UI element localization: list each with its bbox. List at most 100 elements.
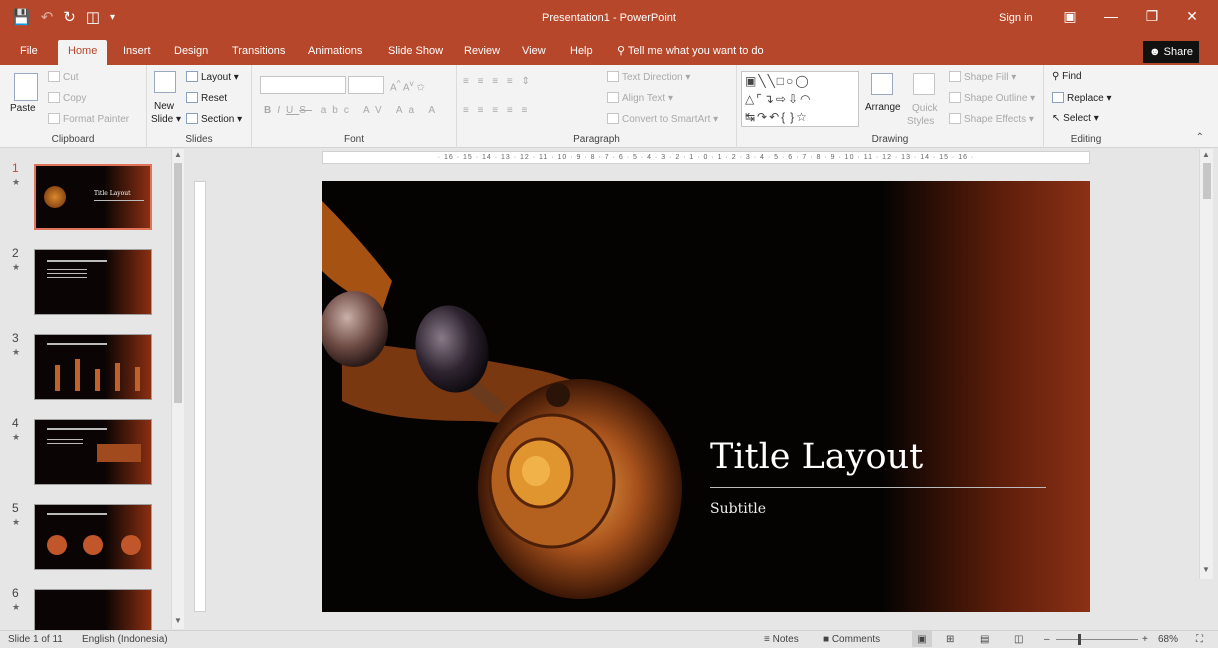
editor-scrollbar[interactable]: ▲ ▼ <box>1199 149 1213 579</box>
font-format-buttons[interactable]: BIUS abc AV Aa A <box>264 105 441 116</box>
normal-view-icon[interactable]: ▣ <box>912 631 932 647</box>
reset-button[interactable]: Reset <box>186 92 227 104</box>
slide-thumbnail[interactable]: Title Layout <box>34 164 152 230</box>
brush-icon <box>48 113 60 124</box>
fit-to-window-icon[interactable]: ⛶ <box>1196 631 1203 648</box>
slide-thumbnail[interactable] <box>34 334 152 400</box>
zoom-slider-thumb[interactable] <box>1078 634 1081 645</box>
thumb-bar <box>95 369 100 391</box>
share-label: Share <box>1163 46 1193 58</box>
font-group-label: Font <box>343 134 364 145</box>
thumbnails-scrollbar[interactable]: ▲ ▼ <box>171 149 184 629</box>
cut-label: Cut <box>63 72 79 83</box>
zoom-slider[interactable] <box>1056 639 1138 640</box>
close-icon[interactable]: ✕ <box>1177 8 1207 25</box>
notes-button[interactable]: ≡ Notes <box>764 631 799 648</box>
format-painter-button[interactable]: Format Painter <box>48 113 129 125</box>
transition-star-icon: ★ <box>12 347 21 357</box>
tab-transitions[interactable]: Transitions <box>222 38 295 65</box>
shape-effects-button[interactable]: Shape Effects ▾ <box>949 113 1034 125</box>
tab-slide-show[interactable]: Slide Show <box>378 38 453 65</box>
copy-button[interactable]: Copy <box>48 92 86 104</box>
scroll-up-icon[interactable]: ▲ <box>1202 150 1210 159</box>
thumb-bar <box>75 359 80 391</box>
slide-thumbnails-pane[interactable]: 1 ★ Title Layout 2 ★ 3 ★ 4 ★ 5 ★ 6 ★ <box>0 149 186 630</box>
quick-styles-button[interactable]: Quick <box>912 103 938 114</box>
slide-thumbnail[interactable] <box>34 249 152 315</box>
tab-animations[interactable]: Animations <box>298 38 372 65</box>
thumb-gradient <box>104 335 151 399</box>
layout-button[interactable]: Layout ▾ <box>186 71 239 83</box>
slideshow-icon[interactable]: ◫ <box>1014 631 1023 648</box>
section-button[interactable]: Section ▾ <box>186 113 242 125</box>
tab-review[interactable]: Review <box>454 38 510 65</box>
slide-canvas[interactable]: Title Layout Subtitle <box>322 181 1090 612</box>
slide-sorter-icon[interactable]: ⊞ <box>946 631 954 648</box>
thumbnails-scroll-thumb[interactable] <box>174 163 182 403</box>
align-text-button[interactable]: Align Text ▾ <box>607 92 673 104</box>
slide-count: Slide 1 of 11 <box>8 634 63 645</box>
convert-smartart-label: Convert to SmartArt <box>622 114 711 125</box>
minimize-icon[interactable]: — <box>1096 8 1126 24</box>
editor-scroll-thumb[interactable] <box>1203 163 1211 199</box>
tab-file[interactable]: File <box>10 38 48 65</box>
text-direction-button[interactable]: Text Direction ▾ <box>607 71 690 83</box>
select-button[interactable]: ↖ Select ▾ <box>1052 113 1099 124</box>
tab-design[interactable]: Design <box>164 38 218 65</box>
new-slide-button[interactable]: New <box>154 101 174 112</box>
list-buttons[interactable]: ≡ ≡ ≡ ≡ ⇕ <box>463 76 533 87</box>
slide-thumbnail[interactable] <box>34 504 152 570</box>
scroll-up-icon[interactable]: ▲ <box>174 150 182 159</box>
strike-label[interactable]: S <box>299 105 312 116</box>
new-slide-label: New <box>154 101 175 112</box>
font-name-combo[interactable] <box>260 76 346 94</box>
tab-home[interactable]: Home <box>58 40 108 65</box>
scroll-down-icon[interactable]: ▼ <box>1202 565 1210 574</box>
new-slide-dropdown[interactable]: Slide ▾ <box>151 114 181 125</box>
horizontal-ruler: · 16 · 15 · 14 · 13 · 12 · 11 · 10 · 9 ·… <box>322 151 1090 164</box>
paragraph-group-label: Paragraph <box>573 134 620 145</box>
comments-button[interactable]: ■ Comments <box>823 631 880 648</box>
cut-button[interactable]: Cut <box>48 71 79 83</box>
slide-thumbnail[interactable] <box>34 419 152 485</box>
drawing-group-label: Drawing <box>871 134 909 145</box>
transition-star-icon: ★ <box>12 602 21 612</box>
tell-me-search[interactable]: ⚲ Tell me what you want to do <box>617 38 764 65</box>
convert-smartart-button[interactable]: Convert to SmartArt ▾ <box>607 113 718 125</box>
reading-view-icon[interactable]: ▤ <box>980 631 989 648</box>
tab-help[interactable]: Help <box>560 38 603 65</box>
share-button[interactable]: ☻ Share <box>1143 41 1199 63</box>
shape-fill-button[interactable]: Shape Fill ▾ <box>949 71 1016 83</box>
arrange-button[interactable]: Arrange <box>865 102 901 113</box>
shapes-gallery[interactable]: ▣╲╲□○◯ △⌜↴⇨⇩◠ ↹↷↶{ }☆ <box>741 71 859 127</box>
restore-icon[interactable]: ❐ <box>1137 8 1167 25</box>
italic-label[interactable]: I <box>277 105 286 116</box>
language-indicator[interactable]: English (Indonesia) <box>82 631 168 648</box>
group-slides: New Slide ▾ Layout ▾ Reset Section ▾ Sli… <box>147 65 252 148</box>
shape-outline-button[interactable]: Shape Outline ▾ <box>949 92 1035 104</box>
collapse-ribbon-icon[interactable]: ⌃ <box>1196 132 1204 143</box>
replace-icon <box>1052 92 1064 103</box>
slide-title[interactable]: Title Layout <box>710 437 923 477</box>
zoom-in-icon[interactable]: + <box>1142 631 1148 648</box>
font-size-combo[interactable] <box>348 76 384 94</box>
align-text-icon <box>607 92 619 103</box>
zoom-out-icon[interactable]: – <box>1044 631 1050 648</box>
tab-insert[interactable]: Insert <box>113 38 161 65</box>
tab-view[interactable]: View <box>512 38 556 65</box>
find-button[interactable]: ⚲ Find <box>1052 71 1082 82</box>
slide-thumbnail[interactable] <box>34 589 152 630</box>
scroll-down-icon[interactable]: ▼ <box>174 616 182 625</box>
bold-label[interactable]: B <box>264 105 277 116</box>
thumb-gradient <box>104 166 150 228</box>
zoom-level[interactable]: 68% <box>1158 631 1178 648</box>
ribbon-display-options-icon[interactable]: ▣ <box>1055 8 1085 25</box>
slide-subtitle[interactable]: Subtitle <box>710 501 766 517</box>
align-buttons[interactable]: ≡ ≡ ≡ ≡ ≡ <box>463 105 530 116</box>
sign-in-link[interactable]: Sign in <box>999 12 1033 24</box>
underline-label[interactable]: U <box>286 105 299 116</box>
notes-icon: ≡ <box>764 634 773 645</box>
paste-button[interactable]: Paste <box>10 103 36 114</box>
replace-button[interactable]: Replace ▾ <box>1052 92 1112 104</box>
grow-font-icon[interactable]: A^ Av ✩ <box>390 78 425 93</box>
